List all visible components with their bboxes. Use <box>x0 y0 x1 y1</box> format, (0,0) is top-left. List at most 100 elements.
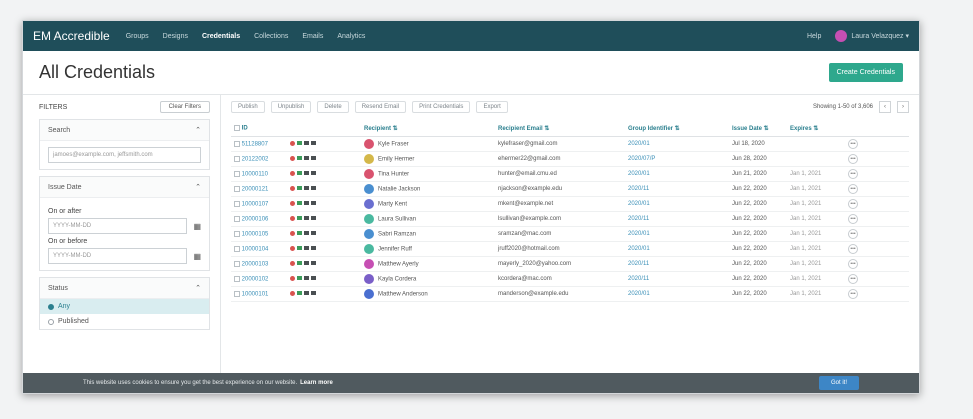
group-identifier-link[interactable]: 2020/11 <box>625 256 729 272</box>
help-link[interactable]: Help <box>807 33 821 40</box>
resend-email-button[interactable]: Resend Email <box>354 101 407 113</box>
row-checkbox[interactable] <box>234 215 240 222</box>
nav-emails[interactable]: Emails <box>302 33 323 40</box>
table-row[interactable]: 10000105 Sabri Ramzan sramzan@mac.com 2020/… <box>231 226 909 242</box>
group-identifier-link[interactable]: 2020/01 <box>625 196 729 212</box>
row-checkbox[interactable] <box>234 155 240 162</box>
table-row[interactable]: 20000106 Laura Sullivan lsullivan@example.… <box>231 211 909 227</box>
unpublish-button[interactable]: Unpublish <box>270 101 312 113</box>
group-identifier-link[interactable]: 2020/01 <box>625 166 729 182</box>
brand-logo[interactable]: EM Accredible <box>33 29 110 43</box>
table-row[interactable]: 10000110 Tina Hunter hunter@email.cmu.ed 20… <box>231 166 909 182</box>
row-checkbox[interactable] <box>234 290 240 297</box>
more-actions-icon[interactable]: ••• <box>848 259 858 269</box>
credential-id-link[interactable]: 20122002 <box>242 156 269 162</box>
col-issue-date[interactable]: Issue Date ⇅ <box>729 121 787 137</box>
chevron-up-icon[interactable]: ⌃ <box>195 126 201 134</box>
nav-designs[interactable]: Designs <box>163 33 188 40</box>
group-identifier-link[interactable]: 2020/07/P <box>625 151 729 167</box>
on-after-date-input[interactable]: YYYY-MM-DD <box>48 218 188 234</box>
cookie-accept-button[interactable]: Got it! <box>818 376 859 390</box>
search-input[interactable]: jamoes@example.com, jeffsmith.com <box>48 147 201 163</box>
nav-collections[interactable]: Collections <box>254 33 288 40</box>
nav-groups[interactable]: Groups <box>126 33 149 40</box>
col-group-identifier[interactable]: Group Identifier ⇅ <box>625 121 729 137</box>
table-row[interactable]: 20000121 Natalie Jackson njackson@example.… <box>231 181 909 197</box>
more-actions-icon[interactable]: ••• <box>848 244 858 254</box>
nav-analytics[interactable]: Analytics <box>337 33 365 40</box>
col-id[interactable]: ID <box>242 126 248 132</box>
calendar-icon[interactable]: ▦ <box>193 252 201 261</box>
credential-id-link[interactable]: 20000121 <box>242 186 269 192</box>
credential-id-link[interactable]: 10000105 <box>242 231 269 237</box>
more-actions-icon[interactable]: ••• <box>848 199 858 209</box>
credential-id-link[interactable]: 10000101 <box>242 291 269 297</box>
status-panel-header[interactable]: Status ⌃ <box>40 278 209 299</box>
more-actions-icon[interactable]: ••• <box>848 229 858 239</box>
col-recipient[interactable]: Recipient ⇅ <box>361 121 495 137</box>
row-checkbox[interactable] <box>234 185 240 192</box>
more-actions-icon[interactable]: ••• <box>848 184 858 194</box>
group-identifier-link[interactable]: 2020/01 <box>625 241 729 257</box>
row-checkbox[interactable] <box>234 245 240 252</box>
table-row[interactable]: 10000104 Jennifer Ruff jruff2020@hotmail.c… <box>231 241 909 257</box>
chevron-up-icon[interactable]: ⌃ <box>195 183 201 191</box>
group-identifier-link[interactable]: 2020/11 <box>625 271 729 287</box>
credential-id-link[interactable]: 20000103 <box>242 261 269 267</box>
more-actions-icon[interactable]: ••• <box>848 154 858 164</box>
row-checkbox[interactable] <box>234 200 240 207</box>
table-row[interactable]: 51128807 Kyle Fraser kylefraser@gmail.com 2… <box>231 136 909 152</box>
issue-date-panel-header[interactable]: Issue Date ⌃ <box>40 177 209 198</box>
group-identifier-link[interactable]: 2020/01 <box>625 286 729 302</box>
table-row[interactable]: 20000103 Matthew Ayerly mayerly_2020@yahoo… <box>231 256 909 272</box>
credential-id-link[interactable]: 10000104 <box>242 246 269 252</box>
recipient-name: Emily Hermer <box>378 156 415 163</box>
more-actions-icon[interactable]: ••• <box>848 139 858 149</box>
clear-filters-button[interactable]: Clear Filters <box>159 101 210 113</box>
row-checkbox[interactable] <box>234 170 240 177</box>
select-all-checkbox[interactable] <box>234 125 240 132</box>
delete-button[interactable]: Delete <box>317 101 349 113</box>
more-actions-icon[interactable]: ••• <box>848 289 858 299</box>
group-identifier-link[interactable]: 2020/11 <box>625 211 729 227</box>
table-row[interactable]: 10000101 Matthew Anderson manderson@exampl… <box>231 286 909 302</box>
group-identifier-link[interactable]: 2020/01 <box>625 136 729 152</box>
user-menu[interactable]: Laura Velazquez <box>851 33 903 40</box>
table-row[interactable]: 20000102 Kayla Cordera kcordera@mac.com 202… <box>231 271 909 287</box>
avatar[interactable] <box>835 30 848 42</box>
group-identifier-link[interactable]: 2020/01 <box>625 226 729 242</box>
search-panel-header[interactable]: Search ⌃ <box>40 120 209 141</box>
more-actions-icon[interactable]: ••• <box>848 169 858 179</box>
export-button[interactable]: Export <box>476 101 508 113</box>
nav-credentials[interactable]: Credentials <box>202 33 240 40</box>
table-row[interactable]: 20122002 Emily Hermer ehermer22@gmail.com 2… <box>231 151 909 167</box>
credential-id-link[interactable]: 10000110 <box>242 171 268 177</box>
print-credentials-button[interactable]: Print Credentials <box>412 101 471 113</box>
row-checkbox[interactable] <box>234 275 240 282</box>
status-option-any[interactable]: Any <box>40 299 209 314</box>
create-credentials-button[interactable]: Create Credentials <box>828 63 903 82</box>
status-option-published[interactable]: Published <box>40 314 209 329</box>
more-actions-icon[interactable]: ••• <box>848 214 858 224</box>
cookie-learn-more-link[interactable]: Learn more <box>300 380 333 386</box>
credential-id-link[interactable]: 20000106 <box>242 216 269 222</box>
table-row[interactable]: 10000107 Marty Kent mkent@example.net 2020/… <box>231 196 909 212</box>
prev-page-button[interactable]: ‹ <box>879 101 891 113</box>
row-checkbox[interactable] <box>234 230 240 237</box>
credential-id-link[interactable]: 20000102 <box>242 276 269 282</box>
row-checkbox[interactable] <box>234 140 240 147</box>
signal-icon <box>304 156 309 160</box>
row-checkbox[interactable] <box>234 260 240 267</box>
credential-id-link[interactable]: 51128807 <box>242 141 268 147</box>
next-page-button[interactable]: › <box>897 101 909 113</box>
calendar-icon[interactable]: ▦ <box>193 222 201 231</box>
chevron-up-icon[interactable]: ⌃ <box>195 284 201 292</box>
publish-button[interactable]: Publish <box>231 101 265 113</box>
col-expires[interactable]: Expires ⇅ <box>787 121 845 137</box>
chevron-down-icon[interactable]: ▾ <box>904 32 909 40</box>
credential-id-link[interactable]: 10000107 <box>242 201 269 207</box>
on-before-date-input[interactable]: YYYY-MM-DD <box>48 248 188 264</box>
group-identifier-link[interactable]: 2020/11 <box>625 181 729 197</box>
col-recipient-email[interactable]: Recipient Email ⇅ <box>495 121 625 137</box>
more-actions-icon[interactable]: ••• <box>848 274 858 284</box>
